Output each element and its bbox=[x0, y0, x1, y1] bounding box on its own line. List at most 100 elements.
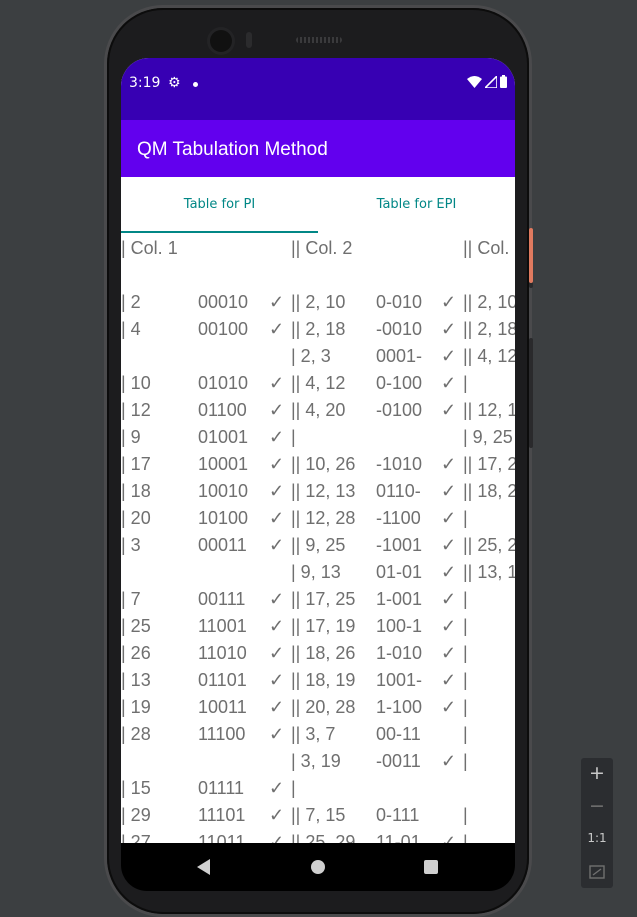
table-row: | 9, 13 01-01 ✓ || 13, 1 bbox=[121, 559, 515, 586]
earpiece-speaker bbox=[296, 37, 342, 43]
back-icon[interactable] bbox=[197, 859, 211, 875]
pair-cell: || 7, 15 bbox=[291, 805, 346, 825]
minterm-cell: | 20 bbox=[121, 508, 151, 528]
binary-cell: 00100 bbox=[198, 319, 249, 339]
pair-cell: || 10, 26 bbox=[291, 454, 356, 474]
pair-binary-cell: 1-010 bbox=[376, 643, 423, 663]
pair-binary-cell: -1001 bbox=[376, 535, 423, 555]
minterm-cell: | 7 bbox=[121, 589, 141, 609]
status-time: 3:19 bbox=[129, 75, 161, 91]
pair-cell: || 2, 18 bbox=[291, 319, 346, 339]
pair-cell: || 20, 28 bbox=[291, 697, 356, 717]
zoom-out-button[interactable]: − bbox=[581, 795, 613, 817]
home-icon[interactable] bbox=[311, 860, 325, 874]
device-screen: 3:19 ⚙ QM Tabulation Method Table for PI… bbox=[121, 58, 515, 843]
pair-cell: || 2, 10 bbox=[291, 292, 346, 312]
camera-sensor bbox=[246, 32, 252, 48]
quad-cell: || 25, 2 bbox=[463, 535, 515, 555]
quad-cell: || 12, 1 bbox=[463, 400, 515, 420]
quad-cell: || 2, 10 bbox=[463, 292, 515, 312]
pair-cell: | bbox=[291, 778, 296, 798]
check-icon: ✓ bbox=[269, 832, 285, 843]
zoom-in-button[interactable]: + bbox=[581, 762, 613, 784]
fit-screen-icon[interactable] bbox=[581, 862, 613, 884]
table-row: | 26 11010 ✓ || 18, 26 1-010 ✓ | bbox=[121, 640, 515, 667]
status-bar: 3:19 ⚙ bbox=[121, 58, 515, 120]
check-icon: ✓ bbox=[269, 319, 285, 339]
volume-button bbox=[529, 338, 533, 448]
check-icon: ✓ bbox=[269, 373, 285, 393]
nav-bar bbox=[121, 843, 515, 891]
check-icon: ✓ bbox=[269, 508, 285, 528]
tab-table-for-epi[interactable]: Table for EPI bbox=[318, 177, 515, 233]
table-row: | 9 01001 ✓ | | 9, 25 bbox=[121, 424, 515, 451]
pair-binary-cell: 0-010 bbox=[376, 292, 423, 312]
notification-dot-icon bbox=[193, 82, 198, 87]
tab-table-for-pi[interactable]: Table for PI bbox=[121, 177, 318, 233]
tab-label: Table for PI bbox=[183, 197, 256, 212]
pair-cell: || 9, 25 bbox=[291, 535, 346, 555]
pair-binary-cell: 0001- bbox=[376, 346, 423, 366]
check-icon: ✓ bbox=[441, 346, 457, 366]
binary-cell: 11010 bbox=[198, 643, 247, 663]
quad-cell: | bbox=[463, 670, 468, 690]
app-title: QM Tabulation Method bbox=[137, 139, 328, 160]
table-row: | 25 11001 ✓ || 17, 19 100-1 ✓ | bbox=[121, 613, 515, 640]
pair-cell: || 4, 12 bbox=[291, 373, 346, 393]
pair-binary-cell: 100-1 bbox=[376, 616, 423, 636]
minterm-cell: | 13 bbox=[121, 670, 151, 690]
table-row: | 13 01101 ✓ || 18, 19 1001- ✓ | bbox=[121, 667, 515, 694]
binary-cell: 00111 bbox=[198, 589, 246, 609]
quad-cell: | bbox=[463, 697, 468, 717]
col-2-header: || Col. 2 bbox=[291, 238, 353, 258]
binary-cell: 00010 bbox=[198, 292, 249, 312]
col-3-header: || Col. bbox=[463, 238, 510, 258]
col-1-header: | Col. 1 bbox=[121, 238, 178, 258]
cellular-signal-icon bbox=[485, 75, 497, 88]
quad-cell: | bbox=[463, 508, 468, 528]
check-icon: ✓ bbox=[269, 427, 285, 447]
recents-icon[interactable] bbox=[424, 860, 438, 874]
table-row: | 7 00111 ✓ || 17, 25 1-001 ✓ | bbox=[121, 586, 515, 613]
emulator-side-accent bbox=[529, 228, 533, 283]
pair-cell: | 3, 19 bbox=[291, 751, 341, 771]
check-icon: ✓ bbox=[441, 454, 457, 474]
binary-cell: 10011 bbox=[198, 697, 247, 717]
pair-binary-cell: 1001- bbox=[376, 670, 423, 690]
check-icon: ✓ bbox=[269, 643, 285, 663]
table-row: | 18 10010 ✓ || 12, 13 0110- ✓ || 18, 2 bbox=[121, 478, 515, 505]
check-icon: ✓ bbox=[269, 670, 285, 690]
pair-cell: | 9, 13 bbox=[291, 562, 341, 582]
minterm-cell: | 9 bbox=[121, 427, 141, 447]
actual-size-button[interactable]: 1:1 bbox=[581, 831, 613, 845]
emulator-toolbar: + − 1:1 bbox=[581, 758, 613, 888]
check-icon: ✓ bbox=[441, 292, 457, 312]
pair-binary-cell: 1-001 bbox=[376, 589, 423, 609]
check-icon: ✓ bbox=[269, 805, 285, 825]
quad-cell: | bbox=[463, 724, 468, 744]
check-icon: ✓ bbox=[269, 616, 285, 636]
quad-cell: | 9, 25 bbox=[463, 427, 513, 447]
table-row: | 15 01111 ✓ | bbox=[121, 775, 515, 802]
pair-cell: || 3, 7 bbox=[291, 724, 336, 744]
pair-binary-cell: 1-100 bbox=[376, 697, 423, 717]
pair-binary-cell: 01-01 bbox=[376, 562, 423, 582]
tab-bar: Table for PI Table for EPI bbox=[121, 177, 515, 233]
battery-icon bbox=[500, 75, 507, 88]
pair-cell: || 12, 28 bbox=[291, 508, 356, 528]
binary-cell: 10100 bbox=[198, 508, 249, 528]
check-icon: ✓ bbox=[269, 481, 285, 501]
pair-cell: || 17, 25 bbox=[291, 589, 356, 609]
minterm-cell: | 27 bbox=[121, 832, 151, 843]
table-row: | 17 10001 ✓ || 10, 26 -1010 ✓ || 17, 2 bbox=[121, 451, 515, 478]
status-icons bbox=[467, 75, 507, 88]
check-icon: ✓ bbox=[269, 724, 285, 744]
check-icon: ✓ bbox=[441, 751, 457, 771]
check-icon: ✓ bbox=[441, 697, 457, 717]
pair-binary-cell: -1100 bbox=[376, 508, 421, 528]
pair-cell: || 4, 20 bbox=[291, 400, 346, 420]
binary-cell: 11001 bbox=[198, 616, 247, 636]
binary-cell: 10010 bbox=[198, 481, 249, 501]
quad-cell: | bbox=[463, 805, 468, 825]
front-camera bbox=[210, 30, 232, 52]
